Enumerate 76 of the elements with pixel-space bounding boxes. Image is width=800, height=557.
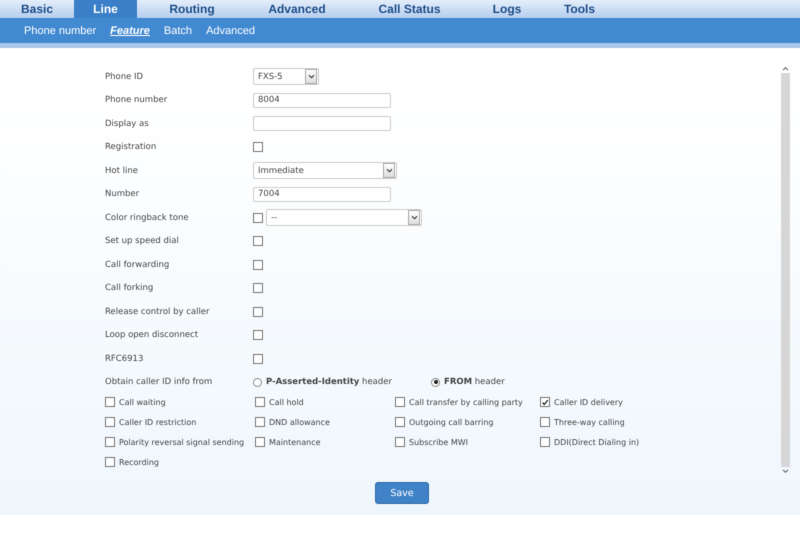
field-label: Set up speed dial bbox=[105, 236, 180, 246]
field-label: Loop open disconnect bbox=[105, 330, 200, 340]
checkbox[interactable] bbox=[253, 260, 263, 270]
dropdown[interactable]: FXS-5 bbox=[253, 68, 319, 86]
field-label: Display as bbox=[105, 118, 150, 129]
field-label: Color ringback tone bbox=[105, 212, 190, 223]
scrollbar[interactable] bbox=[780, 66, 790, 474]
checkbox-label: Three-way calling bbox=[554, 418, 625, 426]
nav-tab[interactable]: Basic bbox=[0, 0, 74, 18]
checkbox[interactable] bbox=[105, 417, 115, 427]
field-label: Number bbox=[105, 189, 140, 200]
field-label: Release control by caller bbox=[105, 306, 211, 317]
radio-label: P-Asserted-Identity header bbox=[266, 377, 392, 388]
checkbox-label: Call hold bbox=[269, 398, 304, 406]
nav-tab[interactable]: Routing bbox=[137, 0, 247, 18]
checkbox-label: Subscribe MWI bbox=[409, 438, 468, 446]
checkbox[interactable] bbox=[540, 397, 550, 407]
checkbox[interactable] bbox=[253, 236, 263, 246]
checkbox[interactable] bbox=[253, 354, 263, 364]
checkbox[interactable] bbox=[395, 397, 405, 407]
checkbox-label: Caller ID restriction bbox=[119, 418, 196, 426]
checkbox-label: Recording bbox=[119, 458, 160, 466]
field-label: Obtain caller ID info from bbox=[105, 377, 214, 388]
dropdown[interactable]: Immediate bbox=[253, 162, 397, 180]
radio-button[interactable] bbox=[431, 378, 440, 387]
input-field[interactable]: 7004 bbox=[253, 186, 391, 202]
checkbox-label: DND allowance bbox=[269, 418, 330, 426]
field-label: Call forking bbox=[105, 283, 154, 294]
checkbox[interactable] bbox=[253, 306, 263, 317]
checkbox[interactable] bbox=[395, 417, 405, 427]
checkbox-label: DDI(Direct Dialing in) bbox=[554, 438, 640, 446]
checkbox-label: Maintenance bbox=[269, 438, 321, 446]
checkbox[interactable] bbox=[253, 142, 263, 152]
checkbox[interactable] bbox=[255, 437, 265, 447]
nav-tab[interactable]: Call Status bbox=[347, 0, 472, 18]
field-label: Phone ID bbox=[105, 72, 144, 82]
caret-icon bbox=[410, 215, 418, 220]
radio-button[interactable] bbox=[253, 378, 262, 387]
checkbox-label: Call waiting bbox=[119, 398, 166, 406]
checkbox[interactable] bbox=[253, 283, 263, 294]
input-field[interactable] bbox=[253, 116, 391, 132]
checkbox-label: Polarity reversal signal sending bbox=[119, 438, 244, 446]
scroll-up-icon[interactable] bbox=[782, 66, 788, 71]
sub-tab[interactable]: Advanced bbox=[206, 24, 255, 36]
checkbox[interactable] bbox=[540, 417, 550, 427]
checkbox[interactable] bbox=[255, 397, 265, 407]
caret-icon bbox=[308, 74, 314, 80]
sub-tab[interactable]: Feature bbox=[110, 24, 150, 36]
caret-icon bbox=[386, 168, 392, 174]
field-label: Registration bbox=[105, 142, 158, 152]
nav-tab[interactable]: Logs bbox=[472, 0, 542, 18]
checkbox[interactable] bbox=[395, 437, 405, 447]
field-label: RFC6913 bbox=[105, 354, 144, 364]
sub-tab[interactable]: Batch bbox=[164, 24, 192, 36]
field-label: Call forwarding bbox=[105, 260, 170, 270]
checkbox[interactable] bbox=[253, 330, 263, 340]
dropdown[interactable]: -- bbox=[266, 209, 422, 226]
nav-tab[interactable]: Tools bbox=[542, 0, 617, 18]
checkbox[interactable] bbox=[253, 212, 263, 223]
checkbox[interactable] bbox=[540, 437, 550, 447]
checkbox[interactable] bbox=[255, 417, 265, 427]
scroll-down-icon[interactable] bbox=[782, 469, 788, 474]
radio-label: FROM header bbox=[444, 377, 505, 388]
checkbox[interactable] bbox=[105, 437, 115, 447]
input-field[interactable]: 8004 bbox=[253, 92, 391, 108]
checkbox-label: Outgoing call barring bbox=[409, 418, 494, 426]
checkbox[interactable] bbox=[105, 397, 115, 407]
nav-tab[interactable]: Line bbox=[74, 0, 137, 18]
checkbox[interactable] bbox=[105, 457, 115, 467]
field-label: Hot line bbox=[105, 166, 139, 176]
nav-tab[interactable]: Advanced bbox=[247, 0, 347, 18]
sub-tab[interactable]: Phone number bbox=[24, 24, 96, 36]
field-label: Phone number bbox=[105, 95, 168, 106]
save-button[interactable]: Save bbox=[375, 482, 429, 504]
checkbox-label: Caller ID delivery bbox=[554, 398, 623, 406]
checkbox-label: Call transfer by calling party bbox=[409, 398, 523, 406]
